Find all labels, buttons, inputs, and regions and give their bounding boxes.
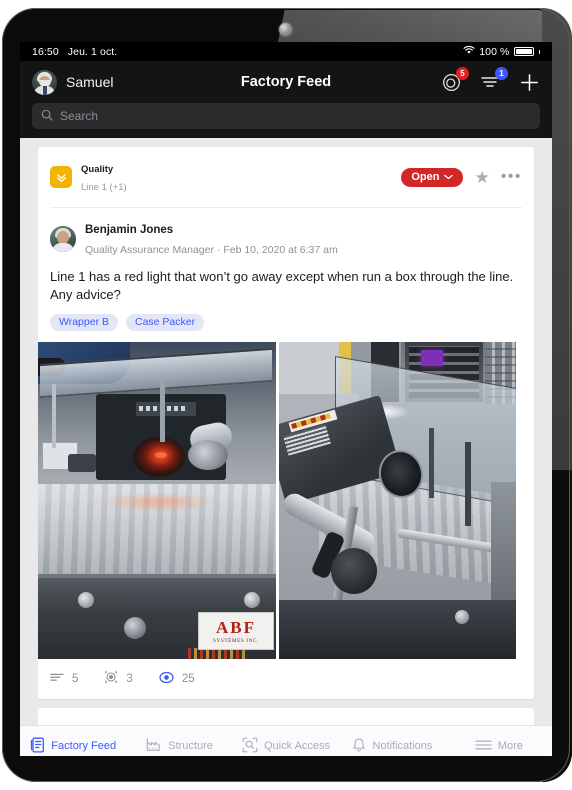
post-header: Production Line 1 Pending ★ ••• (50, 708, 522, 725)
category-icon (50, 166, 72, 189)
stat-tasks-value: 3 (126, 672, 133, 685)
photo-machine-red-light[interactable]: ABF SYSTÈMES INC. (38, 342, 276, 660)
post-stats: 5 3 25 (50, 659, 522, 699)
status-bar: 16:50 Jeu. 1 oct. 100 % (20, 42, 552, 61)
menu-icon (475, 739, 492, 754)
post-body: Line 1 has a red light that won’t go awa… (50, 268, 514, 302)
stat-views[interactable]: 25 (159, 671, 195, 687)
category-text: Quality Line 1 (+1) (81, 159, 127, 196)
battery-percent: 100 % (479, 45, 510, 58)
chevron-down-icon (444, 171, 454, 183)
user-name: Samuel (66, 74, 114, 90)
tablet-device: 16:50 Jeu. 1 oct. 100 % Samuel Factory F… (0, 0, 572, 790)
tag-chip[interactable]: Case Packer (126, 313, 205, 332)
tab-factory-feed[interactable]: Factory Feed (20, 737, 126, 756)
post-header-actions: Open ★ ••• (401, 167, 522, 187)
tab-more[interactable]: More (446, 739, 552, 754)
screen: 16:50 Jeu. 1 oct. 100 % Samuel Factory F… (20, 42, 552, 756)
battery-tip-icon (538, 49, 540, 54)
author-text: Benjamin Jones Quality Assurance Manager… (85, 219, 338, 259)
post-author[interactable]: Benjamin Jones Quality Assurance Manager… (50, 208, 522, 268)
app-header: Samuel Factory Feed 5 1 (20, 61, 552, 103)
stat-views-value: 25 (181, 672, 195, 685)
tab-structure[interactable]: Structure (126, 737, 232, 755)
category-text: Production Line 1 (81, 720, 131, 725)
tab-quick-access[interactable]: Quick Access (233, 737, 339, 756)
feed-list[interactable]: Quality Line 1 (+1) Open ★ ••• Benjamin … (20, 138, 552, 725)
avatar (32, 69, 57, 95)
filter-badge: 1 (495, 67, 508, 80)
feed-post[interactable]: Quality Line 1 (+1) Open ★ ••• Benjamin … (38, 147, 534, 700)
search-section: Search (20, 103, 552, 138)
photo-conveyor-overhead[interactable] (279, 342, 516, 660)
feed-post[interactable]: Production Line 1 Pending ★ ••• (38, 708, 534, 725)
add-icon (520, 73, 538, 91)
author-meta: Quality Assurance Manager · Feb 10, 2020… (85, 243, 338, 256)
tag-chip[interactable]: Wrapper B (50, 313, 118, 332)
factory-icon (146, 737, 162, 755)
alerts-badge: 5 (456, 67, 469, 80)
post-tags: Wrapper B Case Packer (50, 313, 522, 343)
tab-notifications[interactable]: Notifications (339, 737, 445, 756)
add-button[interactable] (518, 71, 540, 93)
search-input[interactable]: Search (32, 103, 540, 129)
search-placeholder: Search (60, 109, 99, 123)
post-location: Line 1 (+1) (81, 182, 127, 194)
alerts-button[interactable]: 5 (440, 67, 469, 93)
status-bar-right: 100 % (463, 45, 540, 58)
tab-label: Notifications (372, 739, 433, 752)
status-time: 16:50 (32, 45, 59, 58)
author-name: Benjamin Jones (85, 223, 174, 236)
post-more-button[interactable]: ••• (501, 169, 522, 185)
tab-label: Structure (168, 739, 213, 752)
scan-search-icon (242, 737, 258, 756)
status-badge-label: Open (411, 171, 440, 184)
stat-comments-value: 5 (72, 672, 79, 685)
tasks-icon (104, 670, 118, 687)
stat-comments[interactable]: 5 (50, 671, 78, 686)
post-photos: ABF SYSTÈMES INC. (38, 342, 534, 660)
bell-icon (352, 737, 366, 756)
status-badge[interactable]: Open (401, 167, 464, 187)
stat-tasks[interactable]: 3 (104, 670, 133, 687)
comments-icon (50, 671, 64, 686)
favorite-star-icon[interactable]: ★ (474, 169, 489, 186)
bottom-tab-bar: Factory Feed Structure Quick Access Noti… (20, 725, 552, 756)
author-avatar (50, 225, 76, 252)
post-header: Quality Line 1 (+1) Open ★ ••• (50, 147, 522, 207)
filter-button[interactable]: 1 (479, 67, 508, 93)
tab-label: More (497, 739, 523, 752)
status-date: Jeu. 1 oct. (67, 45, 118, 58)
tab-label: Factory Feed (51, 739, 117, 752)
photo-brand-name: ABF (216, 617, 256, 637)
header-actions: 5 1 (440, 67, 540, 93)
photo-brand-label: ABF SYSTÈMES INC. (198, 612, 274, 651)
status-bar-left: 16:50 Jeu. 1 oct. (32, 46, 117, 58)
photo-brand-sub: SYSTÈMES INC. (213, 637, 259, 644)
feed-icon (30, 737, 45, 756)
views-icon (159, 671, 174, 687)
front-camera-icon (279, 23, 292, 36)
search-icon (41, 109, 53, 124)
wifi-icon (463, 45, 475, 58)
post-category: Quality (81, 164, 114, 175)
user-profile-button[interactable]: Samuel (32, 69, 114, 95)
battery-icon (513, 46, 534, 57)
tab-label: Quick Access (264, 739, 331, 752)
